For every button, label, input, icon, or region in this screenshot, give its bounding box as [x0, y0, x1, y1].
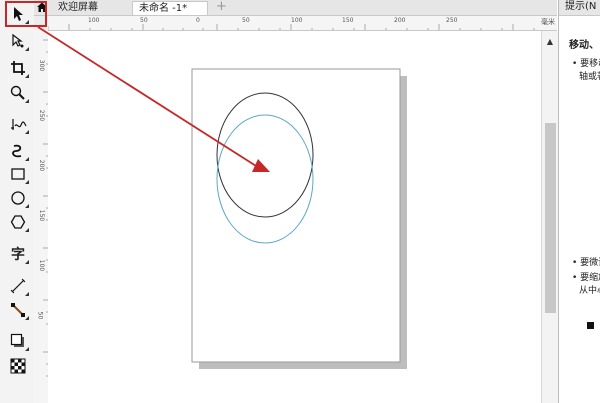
- new-tab-button[interactable]: +: [210, 0, 230, 15]
- canvas-drawing: [191, 68, 407, 369]
- plus-icon: +: [216, 0, 227, 14]
- pick-tool-highlight: [5, 1, 47, 27]
- polygon-tool-icon[interactable]: [6, 211, 30, 233]
- dimension-tool-icon[interactable]: [6, 275, 30, 297]
- ruler-tick-label: 150: [38, 209, 46, 222]
- hint-line: • 要移动: [572, 59, 600, 69]
- scroll-up-button[interactable]: ▲: [545, 37, 555, 46]
- crop-tool-icon[interactable]: [6, 57, 30, 79]
- shape-tool-icon[interactable]: [6, 30, 30, 52]
- hint-line: 从中心: [579, 286, 600, 296]
- vertical-ruler[interactable]: 300 250 200 150 100 50: [34, 30, 49, 403]
- ruler-tick-label: 100: [291, 17, 303, 24]
- tab-document-label: 未命名 -1*: [139, 3, 188, 14]
- hint-line: • 要缩放: [572, 273, 600, 283]
- ruler-tick-label: 0: [196, 17, 200, 24]
- hint-bullet-square: [587, 322, 594, 329]
- toolbox: 字: [0, 0, 47, 403]
- text-tool-icon[interactable]: 字: [6, 243, 30, 265]
- ellipse-tool-icon[interactable]: [6, 187, 30, 209]
- tab-document[interactable]: 未命名 -1*: [132, 1, 208, 15]
- drop-shadow-tool-icon[interactable]: [6, 330, 30, 352]
- ruler-unit-label: 毫米: [541, 18, 555, 26]
- hints-panel-title: 提示(N: [559, 0, 600, 16]
- rectangle-tool-icon[interactable]: [6, 163, 30, 185]
- document-tab-bar: 欢迎屏幕 未命名 -1* +: [34, 0, 557, 16]
- ruler-tick-label: 150: [342, 17, 354, 24]
- drawing-canvas[interactable]: [48, 31, 557, 403]
- hints-panel: 提示(N 移动、 • 要移动 轴或著 • 要微调 • 要缩放 从中心: [558, 0, 600, 403]
- scroll-thumb[interactable]: [545, 123, 556, 313]
- ruler-tick-label: 300: [38, 59, 46, 72]
- freehand-tool-icon[interactable]: [6, 113, 30, 135]
- ruler-tick-label: 50: [140, 17, 148, 24]
- artistic-media-icon[interactable]: [6, 140, 30, 162]
- hint-line: • 要微调: [572, 258, 600, 268]
- tab-welcome-screen[interactable]: 欢迎屏幕: [52, 1, 132, 15]
- ruler-tick-label: 100: [38, 259, 46, 272]
- ruler-tick-label: 200: [38, 159, 46, 172]
- hints-heading: 移动、: [569, 40, 599, 51]
- ruler-tick-label: 200: [394, 17, 406, 24]
- vertical-scrollbar[interactable]: ▲: [541, 31, 558, 403]
- tab-welcome-label: 欢迎屏幕: [58, 2, 98, 13]
- horizontal-ruler[interactable]: 100 50 0 50 100 150 200 250 毫米: [48, 16, 557, 31]
- text-tool-glyph: 字: [11, 247, 25, 263]
- transparency-tool-icon[interactable]: [6, 355, 30, 377]
- ruler-tick-label: 50: [242, 17, 250, 24]
- ruler-tick-label: 250: [38, 109, 46, 122]
- hint-line: 轴或著: [579, 72, 600, 82]
- ruler-tick-label: 250: [446, 17, 458, 24]
- connector-tool-icon[interactable]: [6, 299, 30, 321]
- ruler-tick-label: 50: [36, 311, 44, 320]
- document-page[interactable]: [191, 68, 401, 363]
- zoom-tool-icon[interactable]: [6, 82, 30, 104]
- ruler-tick-label: 100: [88, 17, 100, 24]
